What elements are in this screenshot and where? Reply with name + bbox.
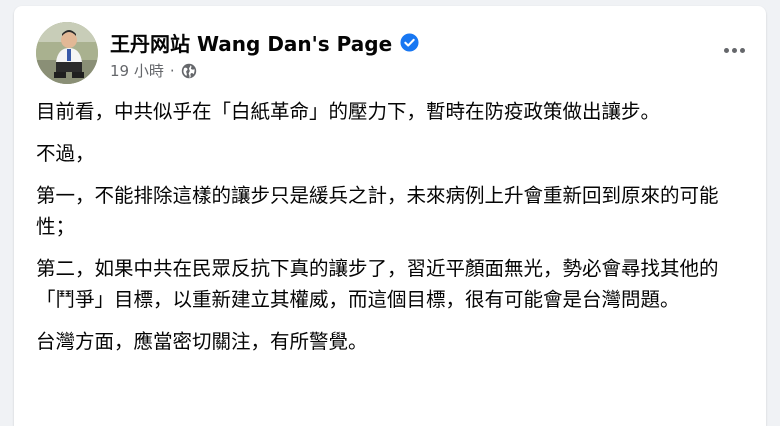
post-paragraph: 第一，不能排除這樣的讓步只是緩兵之計，未來病例上升會重新回到原來的可能性； (36, 184, 719, 238)
globe-icon[interactable] (181, 63, 197, 79)
post-paragraph: 目前看，中共似乎在「白紙革命」的壓力下，暫時在防疫政策做出讓步。 (36, 100, 661, 123)
more-options-button[interactable] (716, 32, 752, 68)
author-row: 王丹网站 Wang Dan's Page (110, 28, 419, 57)
post-timestamp[interactable]: 19 小時 (110, 60, 164, 81)
meta-separator: · (169, 61, 175, 80)
more-options-icon (723, 47, 729, 53)
post-paragraph: 第二，如果中共在民眾反抗下真的讓步了，習近平顏面無光，勢必會尋找其他的「鬥爭」目… (36, 257, 719, 311)
more-options-icon (731, 47, 737, 53)
page-name[interactable]: 王丹网站 Wang Dan's Page (110, 28, 392, 57)
post-paragraph: 台灣方面，應當密切關注，有所警覺。 (36, 330, 368, 353)
post-text: 目前看，中共似乎在「白紙革命」的壓力下，暫時在防疫政策做出讓步。 不過， 第一，… (36, 96, 744, 368)
avatar[interactable] (36, 22, 98, 84)
post-meta: 19 小時 · (110, 60, 197, 81)
verified-badge-icon (400, 33, 419, 52)
post-header: 王丹网站 Wang Dan's Page 19 小時 · (36, 22, 746, 86)
post-card: 王丹网站 Wang Dan's Page 19 小時 · 目前看，中共似乎在「白… (14, 6, 766, 426)
more-options-icon (739, 47, 745, 53)
post-paragraph: 不過， (36, 142, 95, 165)
